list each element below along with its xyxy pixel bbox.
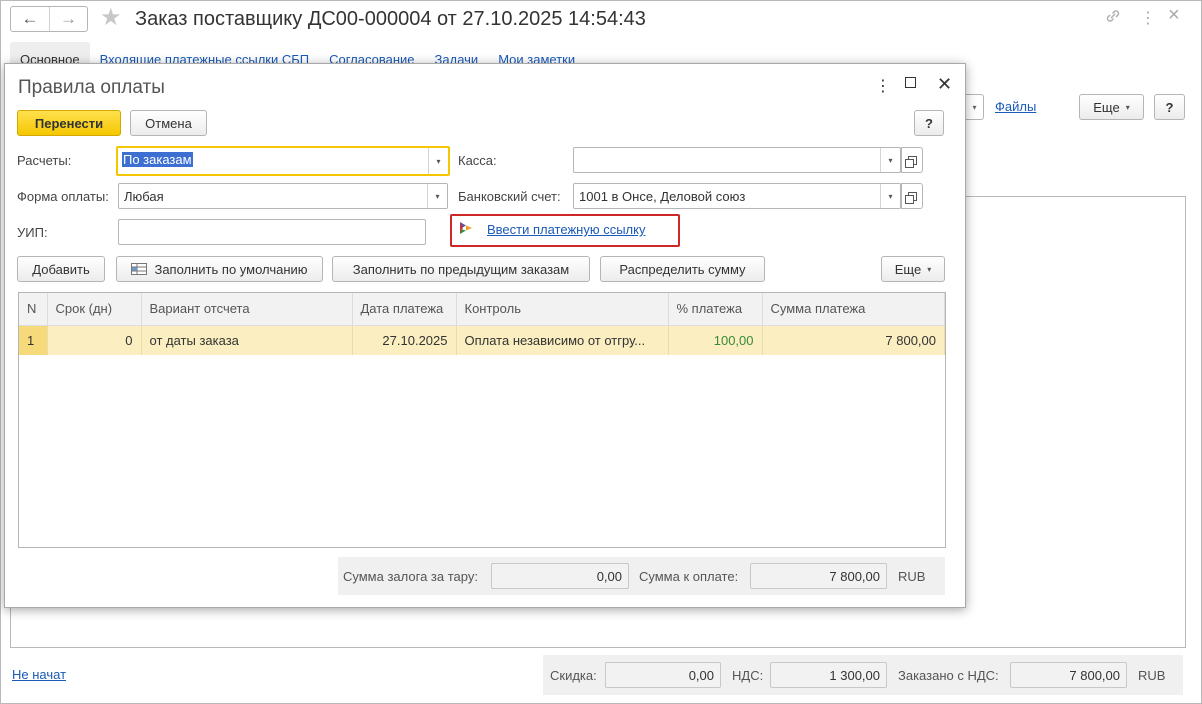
vat-label: НДС: (732, 668, 764, 683)
cash-select[interactable]: ▾ (573, 147, 901, 173)
more-label: Еще (1093, 99, 1120, 115)
table-fill-icon (131, 263, 148, 275)
column-header-count-from[interactable]: Вариант отсчета (141, 293, 353, 326)
close-icon[interactable]: ✕ (937, 74, 952, 95)
bank-account-label: Банковский счет: (458, 189, 561, 204)
dialog-title: Правила оплаты (18, 77, 165, 98)
tab-notes[interactable]: Мои заметки (488, 42, 585, 67)
dialog-more-label: Еще (894, 261, 922, 277)
discount-field: 0,00 (605, 662, 721, 688)
chevron-down-icon[interactable]: ▾ (880, 148, 900, 172)
cash-label: Касса: (458, 153, 497, 168)
document-tabs: Основное Входящие платежные ссылки СБП С… (10, 42, 585, 67)
chevron-down-icon[interactable]: ▾ (880, 184, 900, 208)
chevron-down-icon[interactable]: ▾ (428, 148, 448, 174)
cell-payment-date[interactable]: 27.10.2025 (352, 325, 457, 355)
close-icon[interactable]: × (1168, 4, 1180, 27)
open-window-icon (904, 155, 917, 168)
cell-control[interactable]: Оплата независимо от отгру... (456, 325, 669, 355)
payment-form-label: Форма оплаты: (17, 189, 109, 204)
deposit-label: Сумма залога за тару: (343, 569, 478, 584)
files-link[interactable]: Файлы (995, 99, 1036, 114)
tab-main[interactable]: Основное (10, 42, 90, 67)
column-header-amount[interactable]: Сумма платежа (762, 293, 945, 326)
payment-form-select[interactable]: Любая ▾ (118, 183, 448, 209)
link-icon[interactable] (1105, 8, 1121, 29)
tab-tasks[interactable]: Задачи (425, 42, 489, 67)
dialog-help-button[interactable]: ? (914, 110, 944, 136)
add-button[interactable]: Добавить (17, 256, 105, 282)
to-pay-field: 7 800,00 (750, 563, 887, 589)
help-button[interactable]: ? (1154, 94, 1185, 120)
favorite-star-icon[interactable]: ★ (100, 6, 122, 30)
dialog-more-button[interactable]: Еще ▾ (881, 256, 945, 282)
settlements-select[interactable]: По заказам ▾ (116, 146, 450, 176)
maximize-icon[interactable] (905, 77, 917, 89)
tab-sbp-links[interactable]: Входящие платежные ссылки СБП (90, 42, 320, 67)
table-header-row: N Срок (дн) Вариант отсчета Дата платежа… (19, 293, 945, 326)
status-link[interactable]: Не начат (12, 667, 66, 682)
enter-payment-link[interactable]: Ввести платежную ссылку (487, 222, 645, 237)
nav-buttons: ← → (10, 6, 88, 32)
distribute-sum-button[interactable]: Распределить сумму (600, 256, 765, 282)
uip-input[interactable] (118, 219, 426, 245)
open-bank-account-button[interactable] (901, 183, 923, 209)
bank-account-select[interactable]: 1001 в Онсе, Деловой союз ▾ (573, 183, 901, 209)
document-title: Заказ поставщику ДС00-000004 от 27.10.20… (135, 8, 646, 30)
more-vertical-icon[interactable]: ⋮ (875, 76, 891, 96)
table-row[interactable]: 1 0 от даты заказа 27.10.2025 Оплата нез… (19, 325, 945, 355)
column-header-payment-date[interactable]: Дата платежа (352, 293, 457, 326)
ordered-with-vat-field: 7 800,00 (1010, 662, 1127, 688)
chevron-down-icon[interactable]: ▾ (966, 94, 984, 120)
ordered-with-vat-label: Заказано с НДС: (898, 668, 999, 683)
back-arrow-icon[interactable]: ← (11, 7, 49, 31)
payment-rules-table: N Срок (дн) Вариант отсчета Дата платежа… (18, 292, 946, 548)
fill-default-button[interactable]: Заполнить по умолчанию (116, 256, 323, 282)
chevron-down-icon: ▾ (1125, 102, 1130, 112)
title-bar: ← → ★ Заказ поставщику ДС00-000004 от 27… (0, 0, 1202, 40)
uip-label: УИП: (17, 225, 48, 240)
vat-field: 1 300,00 (770, 662, 887, 688)
fill-previous-button[interactable]: Заполнить по предыдущим заказам (332, 256, 590, 282)
sbp-logo-icon (460, 222, 472, 234)
column-header-percent[interactable]: % платежа (668, 293, 763, 326)
more-button[interactable]: Еще ▾ (1079, 94, 1144, 120)
cell-n[interactable]: 1 (19, 325, 48, 355)
column-header-term[interactable]: Срок (дн) (47, 293, 142, 326)
transfer-button[interactable]: Перенести (17, 110, 121, 136)
cancel-button[interactable]: Отмена (130, 110, 207, 136)
cell-percent[interactable]: 100,00 (668, 325, 763, 355)
payment-form-value: Любая (124, 189, 164, 204)
chevron-down-icon[interactable]: ▾ (427, 184, 447, 208)
open-cash-button[interactable] (901, 147, 923, 173)
settlements-value: По заказам (122, 152, 193, 167)
settlements-label: Расчеты: (17, 153, 72, 168)
cell-amount[interactable]: 7 800,00 (762, 325, 945, 355)
column-header-n[interactable]: N (19, 293, 48, 326)
fill-default-label: Заполнить по умолчанию (154, 261, 308, 277)
cell-term[interactable]: 0 (47, 325, 142, 355)
to-pay-label: Сумма к оплате: (639, 569, 739, 584)
tab-approval[interactable]: Согласование (319, 42, 424, 67)
discount-label: Скидка: (550, 668, 597, 683)
column-header-control[interactable]: Контроль (456, 293, 669, 326)
open-window-icon (904, 191, 917, 204)
cell-count-from[interactable]: от даты заказа (141, 325, 353, 355)
more-vertical-icon[interactable]: ⋮ (1140, 8, 1156, 28)
currency-label: RUB (1138, 668, 1166, 683)
bank-account-value: 1001 в Онсе, Деловой союз (579, 189, 746, 204)
dialog-currency-label: RUB (898, 569, 926, 584)
deposit-field: 0,00 (491, 563, 629, 589)
chevron-down-icon: ▾ (927, 264, 932, 274)
forward-arrow-icon[interactable]: → (49, 7, 87, 31)
